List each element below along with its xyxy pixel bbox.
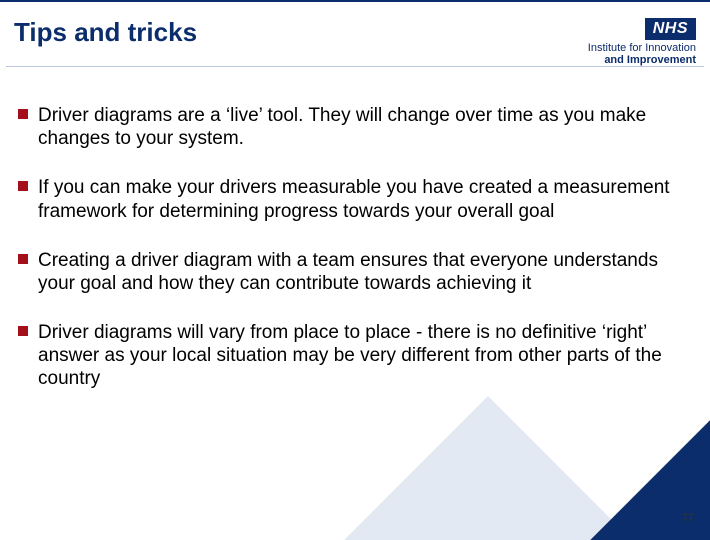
slide-title: Tips and tricks — [14, 18, 197, 47]
slide: Tips and tricks NHS Institute for Innova… — [0, 0, 710, 540]
bullet-list: Driver diagrams are a ‘live’ tool. They … — [18, 104, 688, 391]
nhs-badge: NHS — [645, 18, 696, 40]
page-number: 77 — [682, 512, 694, 524]
list-item: Creating a driver diagram with a team en… — [18, 249, 688, 295]
nhs-logo-line2: and Improvement — [588, 54, 696, 66]
header-divider — [6, 66, 704, 67]
bullet-text: Driver diagrams are a ‘live’ tool. They … — [38, 105, 646, 149]
nhs-logo: NHS Institute for Innovation and Improve… — [588, 18, 696, 66]
bullet-text: Driver diagrams will vary from place to … — [38, 322, 662, 389]
list-item: Driver diagrams will vary from place to … — [18, 321, 688, 391]
top-border — [0, 0, 710, 2]
bullet-text: Creating a driver diagram with a team en… — [38, 250, 658, 294]
content-area: Driver diagrams are a ‘live’ tool. They … — [18, 104, 688, 417]
header: Tips and tricks NHS Institute for Innova… — [14, 18, 696, 66]
nhs-logo-line1: Institute for Innovation — [588, 42, 696, 54]
list-item: Driver diagrams are a ‘live’ tool. They … — [18, 104, 688, 150]
bullet-text: If you can make your drivers measurable … — [38, 177, 670, 221]
list-item: If you can make your drivers measurable … — [18, 176, 688, 222]
decoration-diamond-light — [304, 396, 672, 540]
